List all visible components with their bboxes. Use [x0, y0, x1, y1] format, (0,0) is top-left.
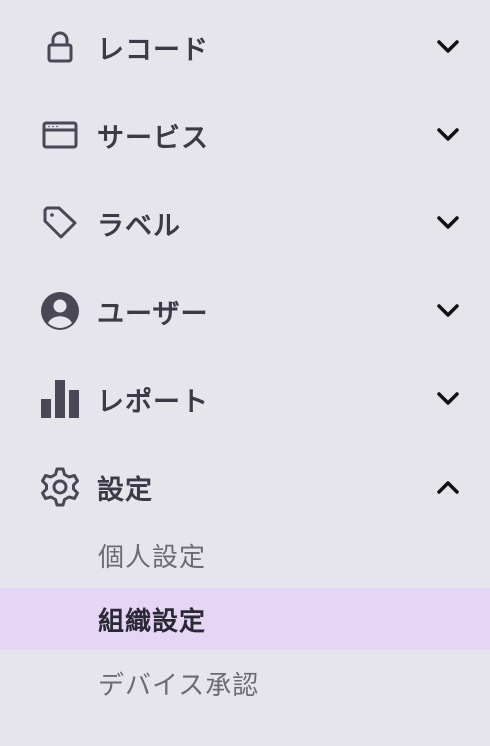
menu-item-label: ラベル	[97, 210, 181, 242]
chevron-up-icon[interactable]	[432, 471, 464, 503]
chevron-down-icon[interactable]	[432, 119, 464, 151]
menu-item-records[interactable]: レコード	[0, 17, 490, 77]
lock-icon	[38, 27, 82, 67]
menu-item-label: ユーザー	[97, 298, 209, 330]
user-circle-icon	[38, 291, 82, 331]
browser-window-icon	[38, 115, 82, 155]
submenu-item-label: デバイス承認	[98, 670, 260, 701]
bar-chart-icon	[38, 379, 82, 419]
chevron-down-icon[interactable]	[432, 295, 464, 327]
menu-item-labels[interactable]: ラベル	[0, 193, 490, 253]
submenu-item-organization-settings[interactable]: 組織設定	[0, 588, 490, 650]
chevron-down-icon[interactable]	[432, 207, 464, 239]
submenu-item-personal-settings[interactable]: 個人設定	[0, 524, 490, 586]
submenu-item-label: 個人設定	[98, 542, 207, 573]
menu-item-label: レポート	[97, 386, 209, 418]
menu-item-settings[interactable]: 設定	[0, 457, 490, 517]
menu-item-label: 設定	[97, 474, 153, 506]
menu-item-label: サービス	[97, 122, 209, 154]
submenu-item-device-approval[interactable]: デバイス承認	[0, 652, 490, 714]
chevron-down-icon[interactable]	[432, 383, 464, 415]
gear-icon	[38, 467, 82, 507]
menu-item-users[interactable]: ユーザー	[0, 281, 490, 341]
menu-item-services[interactable]: サービス	[0, 105, 490, 165]
menu-item-reports[interactable]: レポート	[0, 369, 490, 429]
menu-item-label: レコード	[97, 34, 209, 66]
submenu-item-label: 組織設定	[98, 606, 207, 637]
chevron-down-icon[interactable]	[432, 31, 464, 63]
tag-icon	[38, 203, 82, 243]
